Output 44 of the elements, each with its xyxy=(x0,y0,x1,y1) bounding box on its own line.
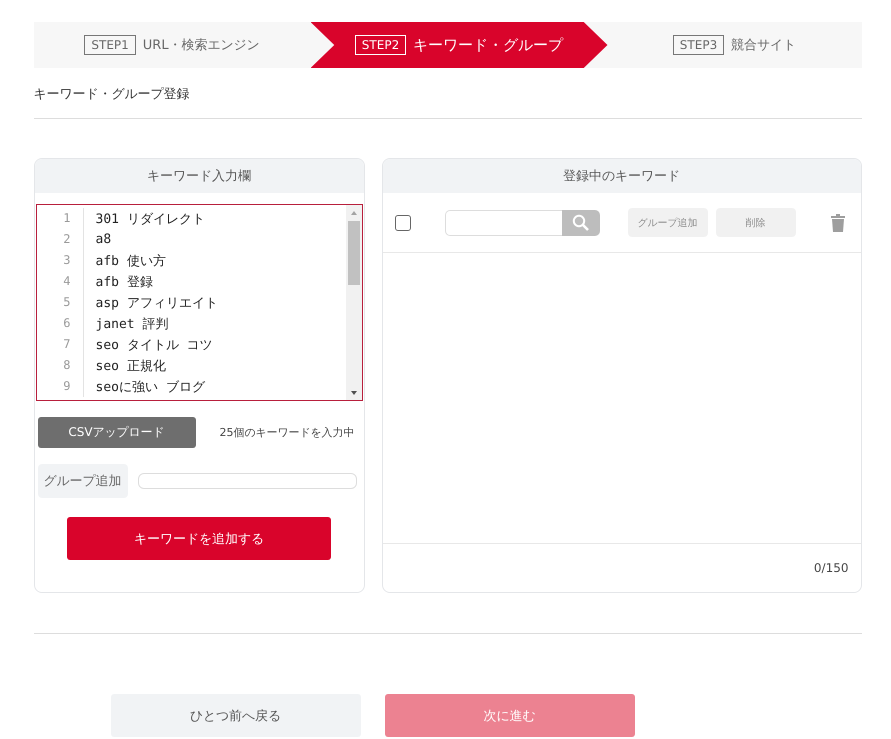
keyword-line: afb 使い方 xyxy=(94,252,166,270)
keyword-count: 25個のキーワードを入力中 xyxy=(218,425,354,440)
scrollbar[interactable] xyxy=(346,205,362,400)
line-number: 7 xyxy=(36,334,84,355)
keyword-line: 301 リダイレクト xyxy=(94,210,205,228)
step-tab[interactable]: STEP1 URL・検索エンジン xyxy=(34,22,310,68)
keyword-editor[interactable]: 1 301 リダイレクト 2 a8 3 afb 使い方 4 afb 登録 5 asp アフィリエイト 6 janet 評判 7 seo タイトル コツ 8 seo 正規化 9 seoに強い ブログ xyxy=(36,204,362,401)
panel-title: キーワード入力欄 xyxy=(34,159,364,193)
group-label: グループ追加 xyxy=(38,464,128,498)
panel-title: 登録中のキーワード xyxy=(382,159,860,193)
step-label: URL・検索エンジン xyxy=(142,37,260,54)
step-label: 競合サイト xyxy=(731,37,796,54)
group-input-field[interactable] xyxy=(138,473,356,489)
search-field[interactable] xyxy=(444,210,562,236)
line-number: 8 xyxy=(36,355,84,376)
step-tag: STEP1 xyxy=(84,35,136,55)
keyword-line: seo 正規化 xyxy=(94,358,166,374)
trash-icon[interactable] xyxy=(830,214,844,232)
step-label: キーワード・グループ xyxy=(413,36,564,54)
keyword-line: janet 評判 xyxy=(94,316,168,332)
keyword-line: afb 登録 xyxy=(94,274,153,290)
search-icon xyxy=(572,214,590,232)
line-number: 1 xyxy=(36,208,84,229)
keyword-line: seo タイトル コツ xyxy=(94,336,213,354)
add-keyword-button[interactable]: キーワードを追加する xyxy=(67,517,331,560)
search-button[interactable] xyxy=(562,210,600,236)
keyword-line: asp アフィリエイト xyxy=(94,294,218,312)
step-tag: STEP3 xyxy=(672,35,724,55)
select-all-checkbox[interactable] xyxy=(394,214,410,230)
line-number: 4 xyxy=(36,271,84,292)
line-number: 2 xyxy=(36,229,84,250)
keyword-line: a8 xyxy=(94,232,112,247)
section-title: キーワード・グループ登録 xyxy=(34,68,862,119)
line-number: 6 xyxy=(36,313,84,334)
keyword-line: seoに強い ブログ xyxy=(94,378,205,396)
line-number: 5 xyxy=(36,292,84,313)
line-number: 9 xyxy=(36,376,84,397)
step-tab[interactable]: STEP2 キーワード・グループ xyxy=(310,22,608,68)
step-tab[interactable]: STEP3 競合サイト xyxy=(608,22,862,68)
csv-upload-button[interactable]: CSVアップロード xyxy=(38,417,196,448)
step-tag: STEP2 xyxy=(354,35,406,55)
line-number: 3 xyxy=(36,250,84,271)
keyword-counter: 0/150 xyxy=(812,560,850,577)
back-button[interactable]: ひとつ前へ戻る xyxy=(110,694,360,737)
